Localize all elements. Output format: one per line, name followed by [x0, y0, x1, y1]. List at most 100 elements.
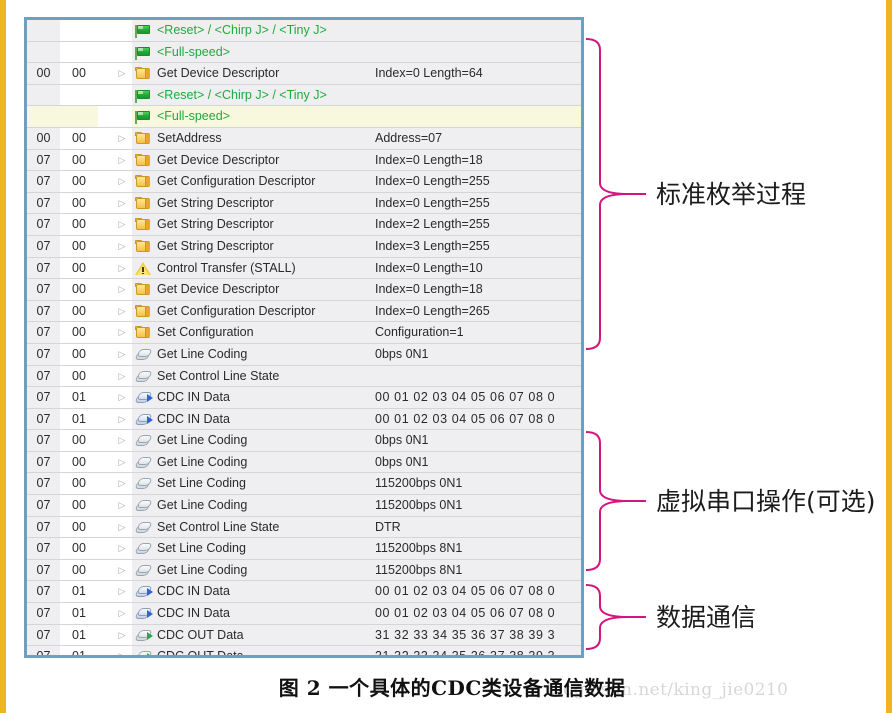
expand-triangle-icon[interactable]: ▷: [115, 150, 129, 171]
row-type-icon: [135, 236, 155, 257]
row-name: CDC IN Data: [157, 606, 230, 621]
expand-triangle-icon[interactable]: ▷: [115, 344, 129, 365]
expand-triangle-icon[interactable]: ▷: [115, 171, 129, 192]
row-name: Get Device Descriptor: [157, 152, 280, 167]
table-row[interactable]: 07 00 ▷ Control Transfer (STALL) Index=0 Len…: [27, 257, 581, 280]
table-row[interactable]: 07 00 ▷ Get Device Descriptor Index=0 Length…: [27, 149, 581, 172]
expand-triangle-icon: [115, 20, 129, 41]
table-row[interactable]: 07 00 ▷ Set Line Coding 115200bps 0N1: [27, 473, 581, 496]
row-endpoint: [60, 20, 98, 41]
row-detail: DTR: [375, 519, 401, 534]
row-address: 00: [27, 63, 60, 84]
table-row[interactable]: 07 00 ▷ Set Configuration Configuration=1: [27, 322, 581, 344]
row-name: Get Line Coding: [157, 346, 248, 361]
row-detail: Index=0 Length=265: [375, 303, 490, 318]
packet-icon: [135, 499, 153, 513]
green-flag-icon: [135, 111, 151, 125]
expand-triangle-icon[interactable]: ▷: [115, 214, 129, 235]
table-row[interactable]: 07 00 ▷ Get String Descriptor Index=2 Length…: [27, 214, 581, 236]
row-endpoint: 00: [60, 192, 98, 214]
table-row[interactable]: 07 00 ▷ Get Line Coding 0bps 0N1: [27, 451, 581, 474]
row-address: 07: [27, 559, 60, 581]
expand-triangle-icon[interactable]: ▷: [115, 538, 129, 559]
row-address: 07: [27, 171, 60, 192]
table-row[interactable]: 07 00 ▷ Set Line Coding 115200bps 8N1: [27, 538, 581, 560]
expand-triangle-icon[interactable]: ▷: [115, 279, 129, 300]
expand-triangle-icon[interactable]: ▷: [115, 193, 129, 214]
row-address: 07: [27, 343, 60, 365]
figure-caption: 图 2 一个具体的CDC类设备通信数据: [278, 676, 626, 700]
row-name: Set Configuration: [157, 325, 254, 340]
row-name: <Reset> / <Chirp J> / <Tiny J>: [157, 23, 327, 37]
row-address: 07: [27, 516, 60, 538]
row-detail: [375, 85, 581, 106]
table-row[interactable]: 07 00 ▷ Get Configuration Descriptor Index=0…: [27, 171, 581, 193]
table-row[interactable]: 07 00 ▷ Get String Descriptor Index=0 Length…: [27, 192, 581, 215]
warning-icon: [135, 261, 152, 276]
expand-triangle-icon[interactable]: ▷: [115, 625, 129, 646]
expand-triangle-icon[interactable]: ▷: [115, 322, 129, 343]
row-type-icon: [135, 171, 155, 192]
row-detail: [375, 42, 581, 63]
row-detail: 115200bps 0N1: [375, 476, 463, 491]
table-row[interactable]: 07 00 ▷ Get Line Coding 115200bps 8N1: [27, 559, 581, 582]
table-row[interactable]: 00 00 ▷ SetAddress Address=07: [27, 127, 581, 150]
row-type-icon: [135, 20, 155, 41]
row-detail: 00 01 02 03 04 05 06 07 08 0: [375, 390, 556, 405]
row-address: 07: [27, 624, 60, 646]
table-row[interactable]: <Full-speed>: [27, 41, 581, 64]
table-row[interactable]: 07 00 ▷ Set Control Line State DTR: [27, 516, 581, 539]
table-row[interactable]: 07 00 ▷ Get Configuration Descriptor Index=0…: [27, 300, 581, 323]
table-row[interactable]: 07 01 ▷ CDC OUT Data 31 32 33 34 35 36 37 38…: [27, 646, 581, 655]
row-name: CDC IN Data: [157, 390, 230, 405]
expand-triangle-icon[interactable]: ▷: [115, 409, 129, 430]
table-row[interactable]: 00 00 ▷ Get Device Descriptor Index=0 Length…: [27, 63, 581, 85]
table-row[interactable]: 07 00 ▷ Set Control Line State: [27, 365, 581, 388]
expand-triangle-icon[interactable]: ▷: [115, 603, 129, 624]
expand-triangle-icon[interactable]: ▷: [115, 387, 129, 408]
packet-icon: [135, 542, 153, 556]
table-row[interactable]: 07 00 ▷ Get Line Coding 115200bps 0N1: [27, 495, 581, 517]
expand-triangle-icon[interactable]: ▷: [115, 560, 129, 581]
table-row[interactable]: 07 01 ▷ CDC IN Data 00 01 02 03 04 05 06 07 …: [27, 581, 581, 604]
row-name: Get String Descriptor: [157, 217, 274, 232]
expand-triangle-icon[interactable]: ▷: [115, 301, 129, 322]
row-name: CDC IN Data: [157, 584, 230, 599]
table-row[interactable]: <Full-speed>: [27, 106, 581, 128]
table-row[interactable]: 07 00 ▷ Get Device Descriptor Index=0 Length…: [27, 279, 581, 301]
expand-triangle-icon[interactable]: ▷: [115, 517, 129, 538]
row-name: <Full-speed>: [157, 109, 230, 124]
expand-triangle-icon[interactable]: ▷: [115, 495, 129, 516]
row-endpoint: 00: [60, 322, 98, 343]
expand-triangle-icon[interactable]: ▷: [115, 430, 129, 451]
expand-triangle-icon[interactable]: ▷: [115, 581, 129, 602]
expand-triangle-icon[interactable]: ▷: [115, 452, 129, 473]
packet-out-icon: [135, 629, 153, 643]
table-row[interactable]: 07 01 ▷ CDC IN Data 00 01 02 03 04 05 06 07 …: [27, 603, 581, 625]
row-name: Set Control Line State: [157, 519, 280, 534]
table-row[interactable]: 07 00 ▷ Get String Descriptor Index=3 Length…: [27, 235, 581, 258]
expand-triangle-icon[interactable]: ▷: [115, 258, 129, 279]
row-type-icon: [135, 495, 155, 516]
row-address: 07: [27, 451, 60, 473]
expand-triangle-icon[interactable]: ▷: [115, 473, 129, 494]
row-address: 07: [27, 214, 60, 235]
expand-triangle-icon[interactable]: ▷: [115, 128, 129, 149]
table-row[interactable]: 07 01 ▷ CDC IN Data 00 01 02 03 04 05 06 07 …: [27, 387, 581, 409]
expand-triangle-icon[interactable]: ▷: [115, 63, 129, 84]
green-flag-icon: [135, 89, 151, 103]
table-row[interactable]: 07 00 ▷ Get Line Coding 0bps 0N1: [27, 430, 581, 452]
row-type-icon: [135, 128, 155, 149]
expand-triangle-icon[interactable]: ▷: [115, 366, 129, 387]
table-row[interactable]: <Reset> / <Chirp J> / <Tiny J>: [27, 84, 581, 107]
row-name: SetAddress: [157, 130, 222, 145]
expand-triangle-icon[interactable]: ▷: [115, 236, 129, 257]
table-row[interactable]: 07 01 ▷ CDC IN Data 00 01 02 03 04 05 06 07 …: [27, 408, 581, 431]
row-endpoint: 01: [60, 408, 98, 430]
packet-list-window[interactable]: <Reset> / <Chirp J> / <Tiny J> <Full-spee…: [24, 17, 584, 658]
table-row[interactable]: <Reset> / <Chirp J> / <Tiny J>: [27, 20, 581, 42]
expand-triangle-icon[interactable]: ▷: [115, 646, 129, 655]
row-detail: Index=2 Length=255: [375, 217, 490, 232]
table-row[interactable]: 07 00 ▷ Get Line Coding 0bps 0N1: [27, 343, 581, 366]
table-row[interactable]: 07 01 ▷ CDC OUT Data 31 32 33 34 35 36 37 38…: [27, 624, 581, 647]
